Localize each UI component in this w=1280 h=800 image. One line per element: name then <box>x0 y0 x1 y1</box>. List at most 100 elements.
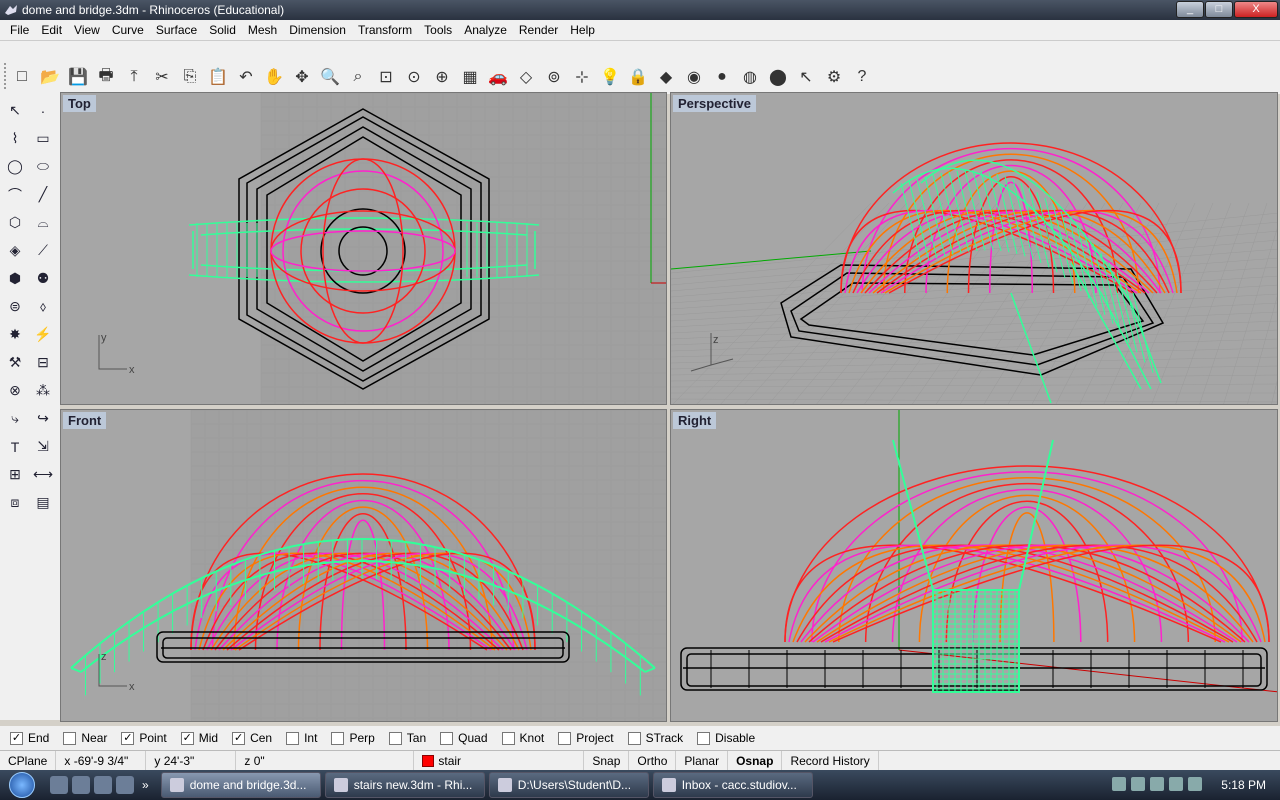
cut-icon[interactable]: ✂ <box>150 65 174 89</box>
maximize-button[interactable]: □ <box>1205 1 1233 18</box>
osnap-strack[interactable]: STrack <box>627 731 683 745</box>
osnap-checkbox[interactable]: ✓ <box>232 731 246 745</box>
menu-edit[interactable]: Edit <box>35 23 68 37</box>
osnap-checkbox[interactable] <box>627 731 641 745</box>
print-icon[interactable]: 🖶 <box>94 65 118 89</box>
taskbar-task[interactable]: dome and bridge.3d... <box>160 772 321 798</box>
grid-snap-icon[interactable]: ⊹ <box>570 65 594 89</box>
quick-launch-explorer-icon[interactable] <box>72 776 90 794</box>
sphere-icon[interactable]: ● <box>710 65 734 89</box>
osnap-checkbox[interactable]: ✓ <box>10 731 23 745</box>
array-icon[interactable]: ⊞ <box>2 462 28 487</box>
explode-icon[interactable]: ⚡ <box>30 322 56 347</box>
quick-launch-more[interactable]: » <box>142 778 149 792</box>
menu-file[interactable]: File <box>4 23 35 37</box>
text-icon[interactable]: T <box>2 434 28 459</box>
tray-battery-icon[interactable] <box>1150 777 1164 791</box>
ellipse-icon[interactable]: ⬭ <box>30 154 56 179</box>
viewport-right-canvas[interactable] <box>671 410 1278 722</box>
menu-mesh[interactable]: Mesh <box>242 23 283 37</box>
osnap-checkbox[interactable] <box>697 731 711 745</box>
menu-transform[interactable]: Transform <box>352 23 418 37</box>
light-bulb-icon[interactable]: 💡 <box>598 65 622 89</box>
osnap-end[interactable]: ✓ End <box>10 731 49 745</box>
toolbar-grip[interactable] <box>4 63 8 89</box>
osnap-project[interactable]: Project <box>558 731 614 745</box>
osnap-checkbox[interactable]: ✓ <box>121 731 135 745</box>
menu-curve[interactable]: Curve <box>106 23 150 37</box>
menu-solid[interactable]: Solid <box>203 23 242 37</box>
ortho-toggle[interactable]: Ortho <box>629 751 677 770</box>
planar-toggle[interactable]: Planar <box>676 751 729 770</box>
tray-sync-icon[interactable] <box>1188 777 1202 791</box>
tray-volume-icon[interactable] <box>1169 777 1183 791</box>
material-icon[interactable]: ◆ <box>654 65 678 89</box>
box-icon[interactable]: ⬢ <box>2 266 28 291</box>
cplane-icon[interactable]: ◇ <box>514 65 538 89</box>
viewport-label-front[interactable]: Front <box>63 412 107 429</box>
viewport-label-perspective[interactable]: Perspective <box>673 95 756 112</box>
viewport-label-right[interactable]: Right <box>673 412 717 429</box>
help-icon[interactable]: ? <box>850 65 874 89</box>
paste-icon[interactable]: 📋 <box>206 65 230 89</box>
solid-box-icon[interactable]: ⧈ <box>2 490 28 515</box>
undo-icon[interactable]: ↶ <box>234 65 258 89</box>
group-icon[interactable]: ⁂ <box>30 378 56 403</box>
settings-icon[interactable]: ⚙ <box>822 65 846 89</box>
arrow-select-icon[interactable]: ↖ <box>2 98 28 123</box>
osnap-toggle[interactable]: Osnap <box>728 751 783 770</box>
extend-icon[interactable]: ↪ <box>30 406 56 431</box>
line-icon[interactable]: ╱ <box>30 182 56 207</box>
zoom-all-icon[interactable]: ⊕ <box>430 65 454 89</box>
menu-surface[interactable]: Surface <box>150 23 203 37</box>
osnap-int[interactable]: Int <box>286 731 317 745</box>
osnap-checkbox[interactable] <box>558 731 572 745</box>
rectangle-icon[interactable]: ▭ <box>30 126 56 151</box>
minimize-button[interactable]: _ <box>1176 1 1204 18</box>
osnap-cen[interactable]: ✓ Cen <box>232 731 272 745</box>
record-history-toggle[interactable]: Record History <box>782 751 879 770</box>
mesh-sphere-icon[interactable]: ◍ <box>738 65 762 89</box>
taskbar-task[interactable]: D:\Users\Student\D... <box>488 772 649 798</box>
taskbar-task[interactable]: Inbox - cacc.studiov... <box>652 772 813 798</box>
zoom-window-icon[interactable]: ⌕ <box>346 65 370 89</box>
render-sphere-icon[interactable]: ⬤ <box>766 65 790 89</box>
rotate-view-icon[interactable]: ✥ <box>290 65 314 89</box>
viewport-label-top[interactable]: Top <box>63 95 96 112</box>
color-wheel-icon[interactable]: ◉ <box>682 65 706 89</box>
new-icon[interactable]: □ <box>10 65 34 89</box>
osnap-checkbox[interactable]: ✓ <box>180 731 194 745</box>
cylinder-icon[interactable]: ⊜ <box>2 294 28 319</box>
lock-icon[interactable]: 🔒 <box>626 65 650 89</box>
zoom-icon[interactable]: 🔍 <box>318 65 342 89</box>
import-icon[interactable]: ⤒ <box>122 65 146 89</box>
tray-network-icon[interactable] <box>1131 777 1145 791</box>
osnap-checkbox[interactable] <box>63 731 77 745</box>
osnap-checkbox[interactable] <box>440 731 454 745</box>
arc-icon[interactable]: ⌓ <box>30 210 56 235</box>
viewport-top-canvas[interactable]: y x <box>61 93 667 405</box>
quick-launch-desktop-icon[interactable] <box>50 776 68 794</box>
viewport-top[interactable]: Top y x <box>60 92 667 405</box>
osnap-quad[interactable]: Quad <box>440 731 488 745</box>
menu-dimension[interactable]: Dimension <box>283 23 352 37</box>
taskbar-task[interactable]: stairs new.3dm - Rhi... <box>324 772 485 798</box>
osnap-mid[interactable]: ✓ Mid <box>180 731 218 745</box>
cplane-label[interactable]: CPlane <box>0 751 57 770</box>
osnap-checkbox[interactable] <box>501 731 515 745</box>
fillet-icon[interactable]: ⤷ <box>2 406 28 431</box>
sphere-tool-icon[interactable]: ⚉ <box>30 266 56 291</box>
select-icon[interactable]: ↖ <box>794 65 818 89</box>
menu-tools[interactable]: Tools <box>418 23 458 37</box>
layer-indicator[interactable]: stair <box>414 751 585 770</box>
surface-icon[interactable]: ◈ <box>2 238 28 263</box>
viewport-front[interactable]: Front z x <box>60 409 667 722</box>
viewport-right[interactable]: Right <box>670 409 1278 722</box>
zoom-extents-icon[interactable]: ⊡ <box>374 65 398 89</box>
loft-icon[interactable]: ⟋ <box>30 238 56 263</box>
point-icon[interactable]: · <box>30 98 56 123</box>
circle-icon[interactable]: ◯ <box>2 154 28 179</box>
menu-view[interactable]: View <box>68 23 106 37</box>
close-button[interactable]: X <box>1234 1 1278 18</box>
osnap-tan[interactable]: Tan <box>388 731 426 745</box>
